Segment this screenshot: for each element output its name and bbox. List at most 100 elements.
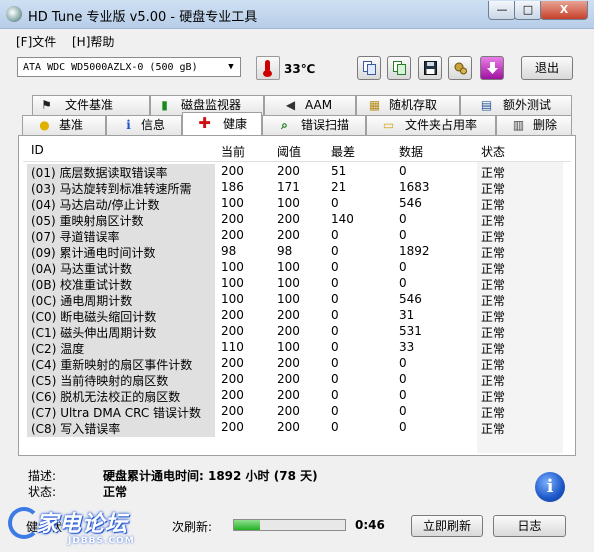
cell-status: 正常 xyxy=(481,374,506,388)
menu-help[interactable]: [H]帮助 xyxy=(72,33,114,50)
table-row[interactable]: (C6) 脱机无法校正的扇区数 200 200 0 0 正常 xyxy=(23,388,571,405)
tab-benchmark[interactable]: ● 基准 xyxy=(22,115,106,135)
cell-current: 200 xyxy=(221,164,244,178)
copy-all-button[interactable] xyxy=(387,56,411,80)
table-row[interactable]: (01) 底层数据读取错误率 200 200 51 0 正常 xyxy=(23,164,571,181)
cell-row-id: (C7) Ultra DMA CRC 错误计数 xyxy=(27,404,215,421)
col-header-id[interactable]: ID xyxy=(31,143,44,157)
tab-aam[interactable]: ◀ AAM xyxy=(264,95,356,115)
cell-row-id: (0A) 马达重试计数 xyxy=(27,260,215,277)
menu-file[interactable]: [F]文件 xyxy=(16,33,56,50)
cell-worst: 51 xyxy=(331,164,347,178)
cell-row-id: (01) 底层数据读取错误率 xyxy=(27,164,215,181)
info-circle-icon[interactable]: i xyxy=(535,472,565,502)
col-header-worst[interactable]: 最差 xyxy=(331,143,355,160)
cell-worst: 0 xyxy=(331,260,339,274)
table-header: ID 当前 阈值 最差 数据 状态 xyxy=(23,139,571,162)
cell-threshold: 200 xyxy=(277,164,300,178)
cell-current: 200 xyxy=(221,308,244,322)
table-row[interactable]: (0B) 校准重试计数 100 100 0 0 正常 xyxy=(23,276,571,293)
cell-status: 正常 xyxy=(481,326,506,340)
log-button[interactable]: 日志 xyxy=(493,515,566,537)
save-button[interactable] xyxy=(418,56,442,80)
tab-error-scan[interactable]: ⌕ 错误扫描 xyxy=(262,115,366,135)
table-row[interactable]: (09) 累计通电时间计数 98 98 0 1892 正常 xyxy=(23,244,571,261)
table-row[interactable]: (C0) 断电磁头缩回计数 200 200 0 31 正常 xyxy=(23,308,571,325)
description-label: 描述: xyxy=(28,469,57,483)
table-row[interactable]: (0C) 通电周期计数 100 100 0 546 正常 xyxy=(23,292,571,309)
cell-worst: 0 xyxy=(331,196,339,210)
refresh-progress-fill xyxy=(234,520,260,530)
table-row[interactable]: (C4) 重新映射的扇区事件计数 200 200 0 0 正常 xyxy=(23,356,571,373)
drive-select[interactable]: ATA WDC WD5000AZLX-0 (500 gB) ▼ xyxy=(17,57,241,77)
table-row[interactable]: (03) 马达旋转到标准转速所需 186 171 21 1683 正常 xyxy=(23,180,571,197)
table-row[interactable]: (C5) 当前待映射的扇区数 200 200 0 0 正常 xyxy=(23,372,571,389)
maximize-button[interactable]: □ xyxy=(514,1,542,20)
cell-raw-data: 0 xyxy=(399,164,407,178)
random-access-icon: ▦ xyxy=(368,98,381,112)
table-row[interactable]: (C7) Ultra DMA CRC 错误计数 200 200 0 0 正常 xyxy=(23,404,571,421)
copy-info-button[interactable] xyxy=(357,56,381,80)
table-row[interactable]: (05) 重映射扇区计数 200 200 140 0 正常 xyxy=(23,212,571,229)
table-row[interactable]: (07) 寻道错误率 200 200 0 0 正常 xyxy=(23,228,571,245)
hd-tune-window: HD Tune 专业版 v5.00 - 硬盘专业工具 — □ X [F]文件 [… xyxy=(0,0,594,552)
cell-current: 200 xyxy=(221,228,244,242)
col-header-status[interactable]: 状态 xyxy=(481,143,505,160)
refresh-now-button[interactable]: 立即刷新 xyxy=(411,515,483,537)
cell-row-id: (05) 重映射扇区计数 xyxy=(27,212,215,229)
description-value: 硬盘累计通电时间: 1892 小时 (78 天) xyxy=(103,469,318,483)
cell-status: 正常 xyxy=(481,310,506,324)
tab-folder-usage[interactable]: ▭ 文件夹占用率 xyxy=(366,115,496,135)
cell-status: 正常 xyxy=(481,294,506,308)
cell-raw-data: 1892 xyxy=(399,244,430,258)
col-header-threshold[interactable]: 阈值 xyxy=(277,143,301,160)
cell-threshold: 100 xyxy=(277,276,300,290)
cell-current: 100 xyxy=(221,260,244,274)
table-row[interactable]: (04) 马达启动/停止计数 100 100 0 546 正常 xyxy=(23,196,571,213)
copy-all-icon xyxy=(393,61,406,75)
cell-worst: 140 xyxy=(331,212,354,226)
speaker-icon: ◀ xyxy=(285,98,296,112)
tab-random-access[interactable]: ▦ 随机存取 xyxy=(356,95,460,115)
cell-current: 200 xyxy=(221,372,244,386)
cell-raw-data: 0 xyxy=(399,372,407,386)
table-row[interactable]: (0A) 马达重试计数 100 100 0 0 正常 xyxy=(23,260,571,277)
cell-status: 正常 xyxy=(481,246,506,260)
col-header-current[interactable]: 当前 xyxy=(221,143,245,160)
floppy-disk-icon xyxy=(424,61,437,75)
exit-button[interactable]: 退出 xyxy=(521,56,573,80)
menu-bar: [F]文件 [H]帮助 xyxy=(0,29,594,51)
cell-row-id: (0B) 校准重试计数 xyxy=(27,276,215,293)
cell-row-id: (0C) 通电周期计数 xyxy=(27,292,215,309)
col-header-data[interactable]: 数据 xyxy=(399,143,423,160)
table-row[interactable]: (C2) 温度 110 100 0 33 正常 xyxy=(23,340,571,357)
tab-health[interactable]: ✚ 健康 xyxy=(182,112,262,135)
tab-file-benchmark[interactable]: ⚑ 文件基准 xyxy=(32,95,150,115)
file-benchmark-icon: ⚑ xyxy=(41,98,52,112)
close-button[interactable]: X xyxy=(540,1,588,20)
table-row[interactable]: (C8) 写入错误率 200 200 0 0 正常 xyxy=(23,420,571,437)
cell-threshold: 200 xyxy=(277,356,300,370)
cell-worst: 0 xyxy=(331,292,339,306)
download-button[interactable] xyxy=(480,56,504,80)
title-bar[interactable]: HD Tune 专业版 v5.00 - 硬盘专业工具 — □ X xyxy=(0,0,594,29)
options-button[interactable] xyxy=(448,56,472,80)
watermark-text: 家电论坛 xyxy=(36,512,129,537)
smart-table: ID 当前 阈值 最差 数据 状态 (01) 底层数据读取错误率 200 200 51… xyxy=(18,135,576,456)
drive-select-value: ATA WDC WD5000AZLX-0 (500 gB) xyxy=(23,62,198,73)
cell-threshold: 98 xyxy=(277,244,293,258)
tab-erase[interactable]: ▥ 删除 xyxy=(496,115,572,135)
cell-worst: 0 xyxy=(331,276,339,290)
cell-raw-data: 33 xyxy=(399,340,415,354)
cell-raw-data: 546 xyxy=(399,292,422,306)
cell-raw-data: 0 xyxy=(399,260,407,274)
tab-extra-tests[interactable]: ▤ 额外测试 xyxy=(460,95,572,115)
minimize-button[interactable]: — xyxy=(488,1,516,20)
cell-raw-data: 0 xyxy=(399,228,407,242)
tab-info[interactable]: i 信息 xyxy=(106,115,182,135)
trash-icon: ▥ xyxy=(512,118,525,132)
cell-status: 正常 xyxy=(481,358,506,372)
table-row[interactable]: (C1) 磁头伸出周期计数 200 200 0 531 正常 xyxy=(23,324,571,341)
chevron-down-icon: ▼ xyxy=(228,62,234,72)
forum-watermark: 家电论坛 JDBBS.COM xyxy=(8,503,188,549)
